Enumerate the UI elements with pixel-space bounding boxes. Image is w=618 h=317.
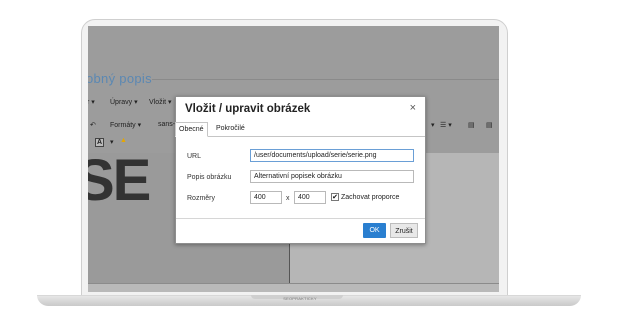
image-dialog: Vložit / upravit obrázek × Obecné Pokroč… [175,96,426,244]
alt-label: Popis obrázku [187,174,232,181]
dialog-header: Vložit / upravit obrázek × [176,97,425,120]
cancel-button[interactable]: Zrušit [390,223,418,238]
dialog-footer-divider [176,218,425,219]
alt-text-input[interactable]: Alternativní popisek obrázku [250,170,414,183]
title-divider [152,79,499,80]
chevron-down-icon[interactable]: ▾ [431,121,435,129]
chevron-down-icon[interactable]: ▾ [110,138,114,146]
width-input[interactable]: 400 [250,191,282,204]
status-bar [88,283,499,292]
height-input[interactable]: 400 [294,191,326,204]
dialog-title: Vložit / upravit obrázek [185,103,311,115]
url-input[interactable]: /user/documents/upload/serie/serie.png [250,149,414,162]
outdent-icon[interactable]: ▤ [486,121,493,129]
text-color-icon[interactable]: A [95,138,105,147]
laptop-brand: SEOPRAKTICKY [283,296,317,301]
keep-proportions-checkbox[interactable]: ✔ [331,193,339,201]
tab-advanced[interactable]: Pokročilé [213,122,248,135]
formats-dropdown[interactable]: Formáty ▾ [110,121,141,129]
dimension-separator: x [286,195,290,202]
tab-general[interactable]: Obecné [175,122,208,137]
dialog-tabs: Obecné Pokročilé [175,120,425,137]
bullet-list-icon[interactable]: ☰ ▾ [440,121,452,129]
menu-edit[interactable]: Úpravy ▾ [110,98,138,106]
background-color-icon[interactable]: ▲ [120,137,127,144]
dimensions-label: Rozměry [187,195,216,202]
keep-proportions-label: Zachovat proporce [341,194,400,201]
url-label: URL [187,153,202,160]
font-dropdown[interactable]: sans- [158,121,175,128]
indent-icon[interactable]: ▤ [468,121,475,129]
undo-icon[interactable]: ↶ [90,121,96,129]
menu-insert[interactable]: Vložit ▾ [149,98,172,106]
ok-button[interactable]: OK [363,223,386,238]
menu-file[interactable]: r ▾ [88,98,95,106]
page-title: obný popis [88,71,152,86]
close-icon[interactable]: × [410,102,416,114]
image-text: SE [88,148,151,213]
